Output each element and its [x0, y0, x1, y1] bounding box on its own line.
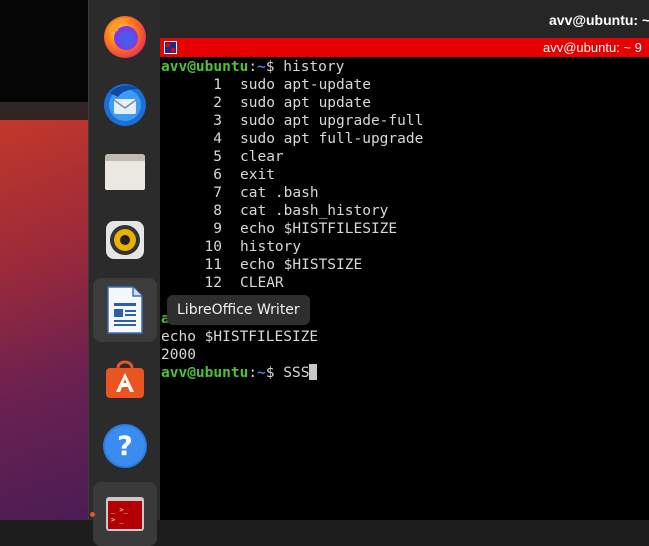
- history-list: 1 sudo apt-update 2 sudo apt update 3 sudo ap…: [161, 76, 649, 292]
- prompt-path: ~: [257, 365, 266, 381]
- dock-tooltip: LibreOffice Writer: [167, 295, 310, 325]
- tab-title: avv@ubuntu: ~ 9: [543, 40, 642, 55]
- dock: ? _ >_ > _: [88, 0, 161, 546]
- history-entry: 12 CLEAR: [161, 274, 649, 292]
- history-command: history: [240, 239, 302, 255]
- history-command: clear: [240, 149, 284, 165]
- terminal-titlebar[interactable]: avv@ubuntu: ~: [160, 0, 649, 38]
- dock-item-files[interactable]: [93, 140, 157, 204]
- output-line: 2000: [161, 347, 196, 363]
- history-entry: 7 cat .bash: [161, 184, 649, 202]
- dock-item-ubuntu-software[interactable]: [93, 346, 157, 410]
- dock-item-terminal[interactable]: _ >_ > _: [90, 482, 157, 546]
- prompt-symbol: $: [265, 59, 275, 75]
- terminal-tab-bar[interactable]: avv@ubuntu: ~ 9: [160, 38, 649, 57]
- history-entry: 1 sudo apt-update: [161, 76, 649, 94]
- svg-text:_ >_: _ >_: [111, 506, 129, 514]
- history-number: 5: [213, 149, 222, 165]
- history-number: 1: [213, 77, 222, 93]
- software-bag-icon: [106, 360, 144, 398]
- terminal-icon: _ >_ > _: [106, 497, 144, 531]
- history-command: sudo apt update: [240, 95, 371, 111]
- history-entry: 11 echo $HISTSIZE: [161, 256, 649, 274]
- history-command: cat .bash: [240, 185, 319, 201]
- background-window-edge: [0, 102, 88, 120]
- speaker-icon: [106, 221, 144, 259]
- history-number: 2: [213, 95, 222, 111]
- prompt-line: avv@ubuntu:~$ SSS: [161, 364, 649, 382]
- history-entry: 4 sudo apt full-upgrade: [161, 130, 649, 148]
- dock-item-rhythmbox[interactable]: [93, 208, 157, 272]
- prompt-colon: :: [248, 365, 258, 381]
- running-indicator: [90, 512, 95, 517]
- history-command: sudo apt upgrade-full: [240, 113, 424, 129]
- dock-item-libreoffice-writer[interactable]: [93, 278, 157, 342]
- background-window: [0, 0, 88, 102]
- history-number: 7: [213, 185, 222, 201]
- history-command: sudo apt full-upgrade: [240, 131, 424, 147]
- history-command: sudo apt-update: [240, 77, 371, 93]
- text-cursor: [309, 364, 318, 380]
- history-number: 3: [213, 113, 222, 129]
- prompt-colon: :: [248, 59, 258, 75]
- history-entry: 8 cat .bash_history: [161, 202, 649, 220]
- window-title: avv@ubuntu: ~: [549, 12, 649, 28]
- prompt-line: avv@ubuntu:~$ history: [161, 58, 649, 76]
- prompt-symbol: $: [265, 365, 275, 381]
- history-number: 8: [213, 203, 222, 219]
- history-number: 4: [213, 131, 222, 147]
- history-command: cat .bash_history: [240, 203, 389, 219]
- history-number: 11: [204, 257, 222, 273]
- help-icon: ?: [103, 424, 147, 468]
- history-command: exit: [240, 167, 275, 183]
- history-entry: 6 exit: [161, 166, 649, 184]
- dock-item-help[interactable]: ?: [93, 414, 157, 478]
- prompt-path: ~: [257, 59, 266, 75]
- history-number: 10: [204, 239, 222, 255]
- history-entry: 3 sudo apt upgrade-full: [161, 112, 649, 130]
- history-entry: 10 history: [161, 238, 649, 256]
- history-command: echo $HISTSIZE: [240, 257, 363, 273]
- history-entry: 9 echo $HISTFILESIZE: [161, 220, 649, 238]
- history-entry: 5 clear: [161, 148, 649, 166]
- history-entry: 2 sudo apt update: [161, 94, 649, 112]
- history-number: 12: [204, 275, 222, 291]
- files-icon: [105, 154, 145, 190]
- terminal-output[interactable]: avv@ubuntu:~$ history 1 sudo apt-update 2 s…: [161, 58, 649, 520]
- history-command: echo $HISTFILESIZE: [240, 221, 398, 237]
- wallpaper-gradient: [0, 120, 88, 520]
- history-number: 9: [213, 221, 222, 237]
- output-line: echo $HISTFILESIZE: [161, 329, 319, 345]
- writer-document-icon: [107, 286, 143, 334]
- svg-text:?: ?: [117, 431, 133, 462]
- desktop-wallpaper: [0, 0, 88, 520]
- svg-text:> _: > _: [111, 516, 124, 524]
- command-input[interactable]: SSS: [275, 365, 309, 381]
- command-text: history: [274, 59, 345, 75]
- history-command: CLEAR: [240, 275, 284, 291]
- dock-item-firefox[interactable]: [93, 4, 157, 68]
- firefox-icon: [104, 16, 146, 58]
- prompt-user: avv@ubuntu: [161, 365, 249, 381]
- terminal-window[interactable]: avv@ubuntu: ~ avv@ubuntu: ~ 9 avv@ubuntu…: [160, 0, 649, 520]
- terminal-tab-icon: [164, 41, 177, 54]
- thunderbird-icon: [104, 84, 146, 126]
- history-number: 6: [213, 167, 222, 183]
- dock-item-thunderbird[interactable]: [93, 72, 157, 136]
- prompt-user: avv@ubuntu: [161, 59, 249, 75]
